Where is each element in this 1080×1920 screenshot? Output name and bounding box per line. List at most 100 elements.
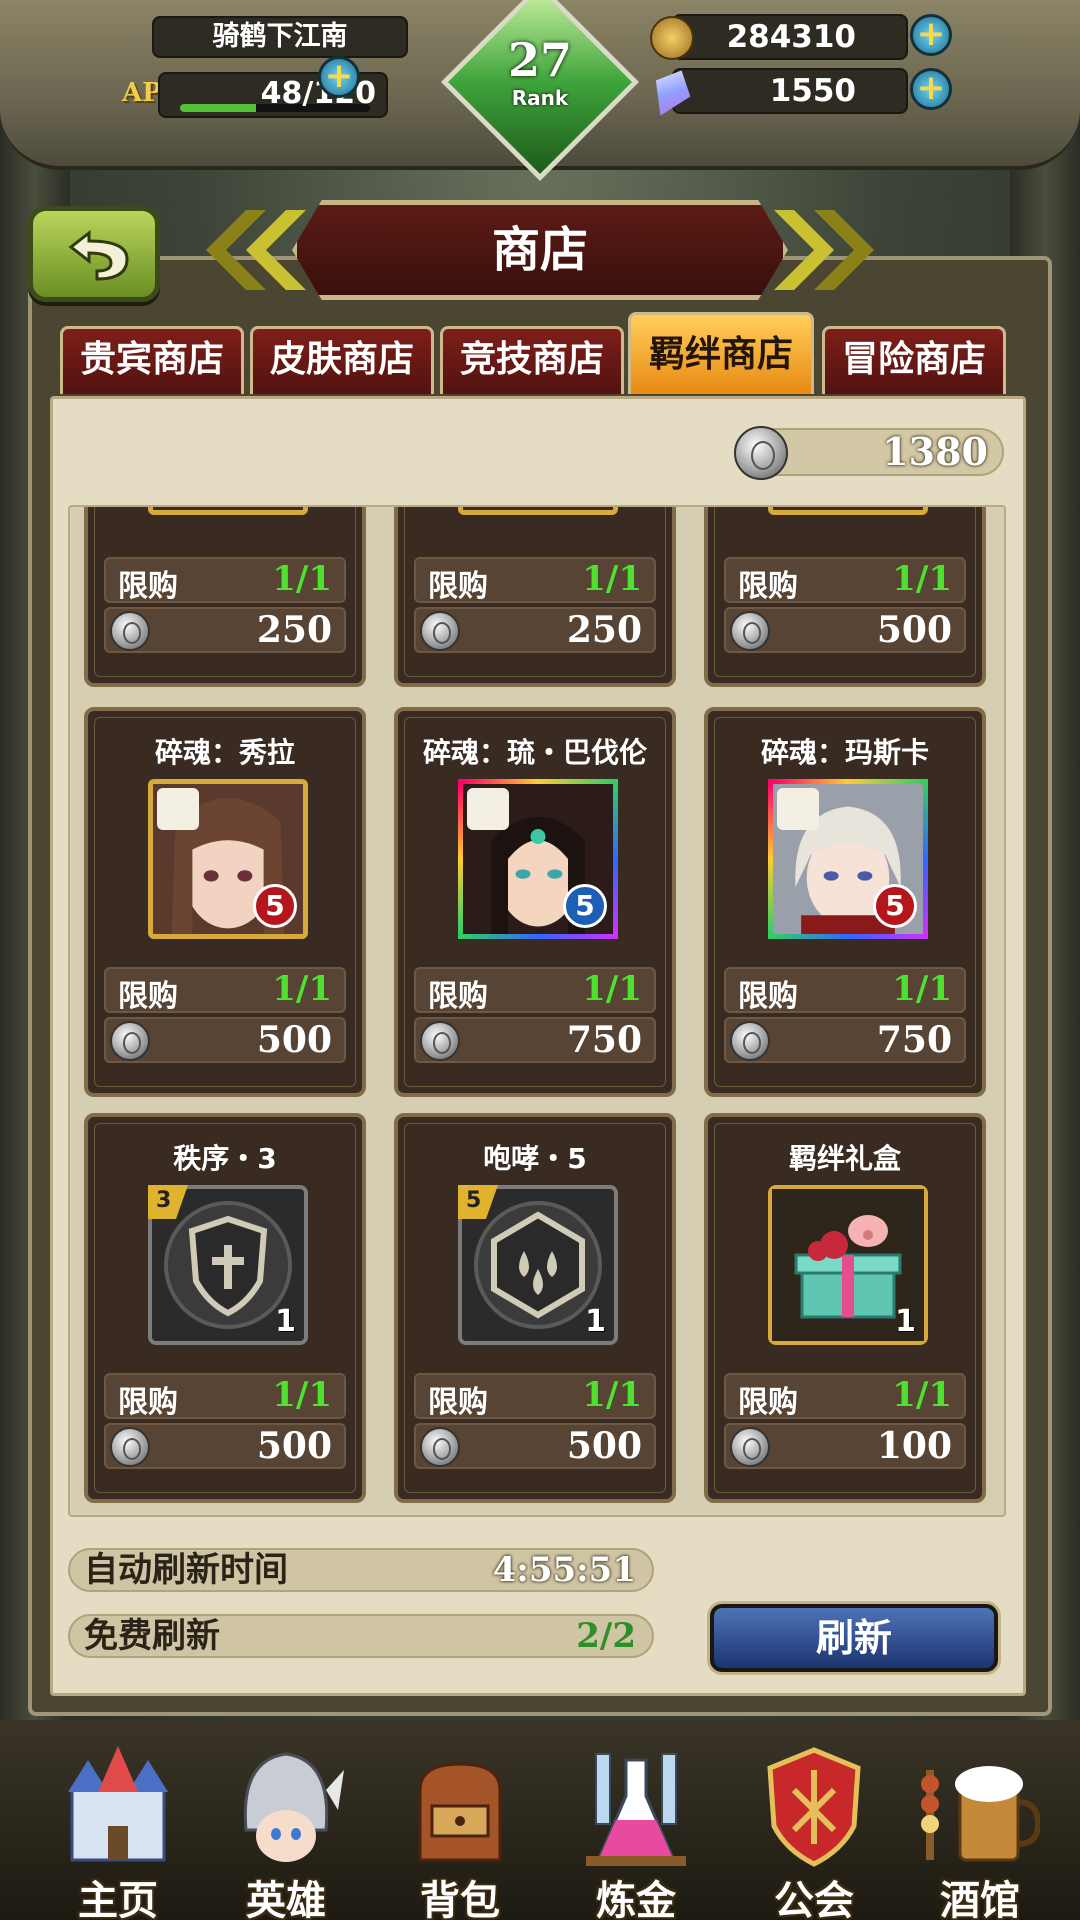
- bond-coin-icon: [420, 1021, 460, 1061]
- purchase-limit: 限购 1/1: [724, 1373, 966, 1420]
- price-value: 500: [876, 609, 952, 651]
- back-button[interactable]: [28, 206, 160, 302]
- star-level-badge: 5: [253, 884, 297, 928]
- bond-coin-icon: [420, 1427, 460, 1467]
- limit-label: 限购: [738, 1385, 798, 1420]
- gold-counter: 284310: [672, 14, 908, 60]
- gold-coin-icon: [650, 16, 694, 60]
- item-icon-box: 5 1: [458, 1185, 618, 1345]
- limit-value: 1/1: [272, 559, 332, 599]
- refresh-button[interactable]: 刷新: [710, 1604, 998, 1672]
- limit-value: 1/1: [892, 969, 952, 1009]
- item-title: 碎魂：秀拉: [154, 736, 295, 769]
- shop-item-card[interactable]: 限购 1/1 250: [84, 507, 366, 687]
- nav-guild[interactable]: 公会: [734, 1740, 894, 1920]
- free-refresh-row: 免费刷新 2/2: [68, 1614, 654, 1658]
- item-icon-box: 3 1: [148, 1185, 308, 1345]
- price-value: 750: [566, 1019, 642, 1061]
- purchase-limit: 限购 1/1: [104, 1373, 346, 1420]
- item-title: 碎魂：琉・巴伐伦: [422, 736, 647, 769]
- nav-tavern-label: 酒馆: [940, 1878, 1020, 1920]
- star-level-badge: 5: [563, 884, 607, 928]
- add-crystal-button[interactable]: +: [910, 68, 952, 110]
- purchase-limit: 限购 1/1: [414, 557, 656, 604]
- shop-item-card[interactable]: 碎魂：琉・巴伐伦 5 限购 1/1 750: [394, 707, 676, 1097]
- nav-heroes[interactable]: 英雄: [206, 1740, 366, 1920]
- player-name: 骑鹤下江南: [152, 16, 408, 58]
- price-tag: 100: [724, 1423, 966, 1469]
- price-value: 750: [876, 1019, 952, 1061]
- shop-item-card[interactable]: 碎魂：秀拉 5 限购 1/1 500: [84, 707, 366, 1097]
- tab-bond-shop[interactable]: 羁绊商店: [628, 312, 814, 394]
- crystal-counter: 1550: [672, 68, 908, 114]
- hero-portrait-partial: [148, 507, 308, 515]
- nav-tavern[interactable]: 酒馆: [900, 1740, 1060, 1920]
- price-value: 500: [256, 1425, 332, 1467]
- limit-value: 1/1: [582, 1375, 642, 1415]
- shop-item-card[interactable]: 秩序・3 3 1 限购 1/1 500: [84, 1113, 366, 1503]
- limit-label: 限购: [428, 569, 488, 604]
- add-ap-button[interactable]: +: [318, 56, 360, 98]
- purchase-limit: 限购 1/1: [104, 557, 346, 604]
- price-value: 500: [566, 1425, 642, 1467]
- shop-item-card[interactable]: 羁绊礼盒 1 限购 1/1 100: [704, 1113, 986, 1503]
- limit-value: 1/1: [272, 1375, 332, 1415]
- star-level-badge: 5: [873, 884, 917, 928]
- rank-number: 27: [507, 33, 572, 87]
- purchase-limit: 限购 1/1: [724, 557, 966, 604]
- price-tag: 250: [414, 607, 656, 653]
- purchase-limit: 限购 1/1: [724, 967, 966, 1014]
- tab-skin-shop[interactable]: 皮肤商店: [250, 326, 434, 394]
- tab-adventure-shop[interactable]: 冒险商店: [822, 326, 1006, 394]
- limit-value: 1/1: [272, 969, 332, 1009]
- page-title: 商店: [292, 200, 788, 300]
- limit-value: 1/1: [582, 969, 642, 1009]
- limit-label: 限购: [428, 979, 488, 1014]
- limit-label: 限购: [118, 1385, 178, 1420]
- auto-refresh-row: 自动刷新时间 4:55:51: [68, 1548, 654, 1592]
- shop-item-card[interactable]: 咆哮・5 5 1 限购 1/1 500: [394, 1113, 676, 1503]
- tab-arena-shop[interactable]: 竞技商店: [440, 326, 624, 394]
- nav-home[interactable]: 主页: [38, 1740, 198, 1920]
- price-value: 250: [256, 609, 332, 651]
- puzzle-piece-icon: [157, 788, 199, 830]
- limit-label: 限购: [118, 979, 178, 1014]
- price-tag: 750: [414, 1017, 656, 1063]
- nav-heroes-label: 英雄: [246, 1878, 326, 1920]
- nav-backpack-label: 背包: [420, 1878, 500, 1920]
- price-tag: 500: [724, 607, 966, 653]
- bond-coin-icon: [110, 611, 150, 651]
- title-left-chevron-icon: [206, 210, 306, 290]
- potion-icon: [586, 1753, 686, 1866]
- shop-item-card[interactable]: 碎魂：玛斯卡 5 限购 1/1 750: [704, 707, 986, 1097]
- item-quantity: 1: [895, 1304, 916, 1339]
- price-tag: 500: [104, 1423, 346, 1469]
- title-right-chevron-icon: [774, 210, 874, 290]
- free-refresh-label: 免费刷新: [84, 1616, 220, 1656]
- limit-value: 1/1: [892, 1375, 952, 1415]
- bond-coin-icon: [420, 611, 460, 651]
- nav-backpack[interactable]: 背包: [380, 1740, 540, 1920]
- price-tag: 250: [104, 607, 346, 653]
- item-title: 咆哮・5: [483, 1142, 587, 1175]
- price-tag: 500: [414, 1423, 656, 1469]
- price-tag: 750: [724, 1017, 966, 1063]
- bond-coin-icon: [110, 1427, 150, 1467]
- rank-label: Rank: [511, 86, 569, 110]
- limit-label: 限购: [738, 569, 798, 604]
- item-title: 秩序・3: [173, 1142, 277, 1175]
- tab-vip-shop[interactable]: 贵宾商店: [60, 326, 244, 394]
- auto-refresh-label: 自动刷新时间: [84, 1550, 288, 1590]
- bond-coin-icon: [730, 1427, 770, 1467]
- add-gold-button[interactable]: +: [910, 14, 952, 56]
- rank-badge[interactable]: 27 Rank: [486, 26, 594, 134]
- item-title: 羁绊礼盒: [788, 1142, 901, 1175]
- limit-label: 限购: [428, 1385, 488, 1420]
- shop-item-card[interactable]: 限购 1/1 250: [394, 507, 676, 687]
- auto-refresh-timer: 4:55:51: [492, 1550, 636, 1590]
- hero-portrait: 5: [768, 779, 928, 939]
- purchase-limit: 限购 1/1: [414, 967, 656, 1014]
- shop-item-card[interactable]: 限购 1/1 500: [704, 507, 986, 687]
- limit-value: 1/1: [892, 559, 952, 599]
- nav-alchemy[interactable]: 炼金: [556, 1740, 716, 1920]
